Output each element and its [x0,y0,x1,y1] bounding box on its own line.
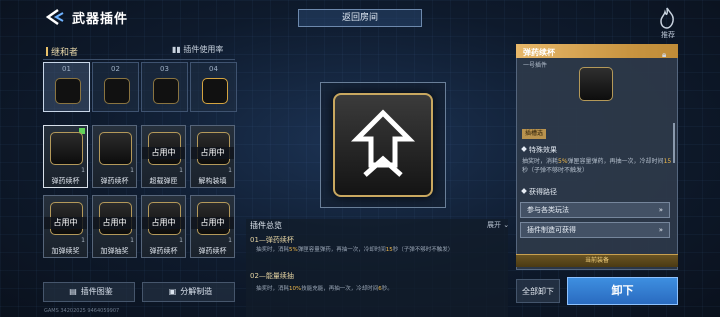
lock-icon[interactable]: 🔒︎ [662,50,666,60]
slot-number: 03 [160,65,169,73]
plugin-emblem-icon [50,132,83,165]
slot-number: 02 [111,65,120,73]
card-name: 超载弹匣 [149,177,178,185]
source-craft-button[interactable]: 插件制造可获得» [520,222,670,238]
card-name: 加弹续奖 [51,247,80,255]
summary-item-2-desc: 抽奖时，消耗10%技能充能，再抽一次，冷却时间6秒。 [256,286,393,292]
craft-icon: ▣ [168,287,177,296]
summary-item-1-title: 01—弹药续杯 [250,236,294,244]
effect-description: 抽奖时，消耗5%弹匣容量弹药，再抽一次，冷却时间15秒（子弹不够时不触发） [522,158,672,174]
tab-wielder[interactable]: 继和者 [46,45,78,58]
effect-section-title: 特殊效果 [522,145,557,155]
plugin-card[interactable]: 占用中 1 超载弹匣 [141,125,186,188]
bar-chart-icon: ▮▮ [172,45,184,54]
slot-tag: 插槽选 [522,129,547,139]
wielder-slot-3[interactable]: 03 [141,62,188,112]
in-use-label: 占用中 [93,217,136,229]
card-count: 1 [179,237,183,244]
plugin-emblem-icon [579,67,613,101]
page-title: 武器插件 [72,12,129,27]
scrollbar[interactable] [673,123,675,163]
unload-all-button[interactable]: 全部卸下 [516,279,560,303]
in-use-label: 占用中 [191,147,234,159]
plugin-emblem-icon [55,78,81,104]
card-name: 弹药续杯 [51,177,80,185]
in-use-label: 占用中 [191,217,234,229]
plugin-emblem-icon [99,132,132,165]
screen: 武器插件 返回房间 推荐 继和者 ▮▮ 插件使用率 01 02 03 04 1弹… [0,0,720,317]
card-count: 1 [130,237,134,244]
plugin-summary-panel [246,219,508,317]
card-name: 解构装填 [198,177,227,185]
card-count: 1 [179,167,183,174]
footer-id: GAMS 34202025 9464059907 [44,308,120,314]
double-chevron-icon: » [658,206,663,214]
detail-subtitle: 一号插件 [523,62,548,69]
plugin-card[interactable]: 1 弹药续杯 [43,125,88,188]
plugin-catalog-button[interactable]: ▤ 插件图鉴 [43,282,135,302]
wielder-slot-2[interactable]: 02 [92,62,139,112]
recommend-label: 推荐 [661,31,675,39]
back-arrow-icon[interactable] [44,8,66,26]
detail-name: 弹药续杯 [523,48,555,57]
wielder-slot-1[interactable]: 01 [43,62,90,112]
decompose-craft-button[interactable]: ▣ 分解制造 [142,282,235,302]
card-name: 弹药续杯 [149,247,178,255]
slot-number: 01 [62,65,71,73]
summary-item-1-desc: 抽奖时，消耗5%弹匣容量弹药，再抽一次，冷却时间15秒（子弹不够时不触发） [256,247,454,253]
in-use-label: 占用中 [142,217,185,229]
usage-rate-button[interactable]: ▮▮ 插件使用率 [172,44,223,55]
chevron-down-icon: ⌄ [503,221,510,229]
card-name: 加弹抽奖 [100,247,129,255]
card-count: 1 [81,167,85,174]
double-chevron-icon: » [658,226,663,234]
plugin-card[interactable]: 占用中 1 加弹抽奖 [92,195,137,258]
plugin-card[interactable]: 占用中 1 加弹续奖 [43,195,88,258]
return-room-button[interactable]: 返回房间 [298,9,422,27]
plugin-emblem-icon [202,78,228,104]
equipped-status: 当前装备 [516,254,678,267]
catalog-icon: ▤ [69,287,77,296]
card-count: 1 [81,237,85,244]
plugin-card[interactable]: 占用中 1 弹药续杯 [141,195,186,258]
source-gameplay-button[interactable]: 参与各类玩法» [520,202,670,218]
plugin-card[interactable]: 占用中 1 解构装填 [190,125,235,188]
plugin-card[interactable]: 占用中 1 弹药续杯 [190,195,235,258]
in-use-label: 占用中 [142,147,185,159]
source-section-title: 获得路径 [522,187,557,197]
plugin-card[interactable]: 1 弹药续杯 [92,125,137,188]
slot-number: 04 [209,65,218,73]
wielder-slot-4[interactable]: 04 [190,62,237,112]
plugin-emblem-icon [104,78,130,104]
summary-title: 插件总览 [250,221,282,230]
in-use-label: 占用中 [44,217,87,229]
card-count: 1 [228,167,232,174]
plugin-chip-icon [333,93,433,197]
card-count: 1 [130,167,134,174]
expand-button[interactable]: 展开 ⌄ [487,220,509,230]
card-name: 弹药续杯 [100,177,129,185]
recommend-flame-icon[interactable] [656,7,678,29]
summary-item-2-title: 02—能量续抽 [250,272,294,280]
plugin-emblem-icon [153,78,179,104]
card-count: 1 [228,237,232,244]
card-name: 弹药续杯 [198,247,227,255]
unload-button[interactable]: 卸下 [567,277,678,305]
